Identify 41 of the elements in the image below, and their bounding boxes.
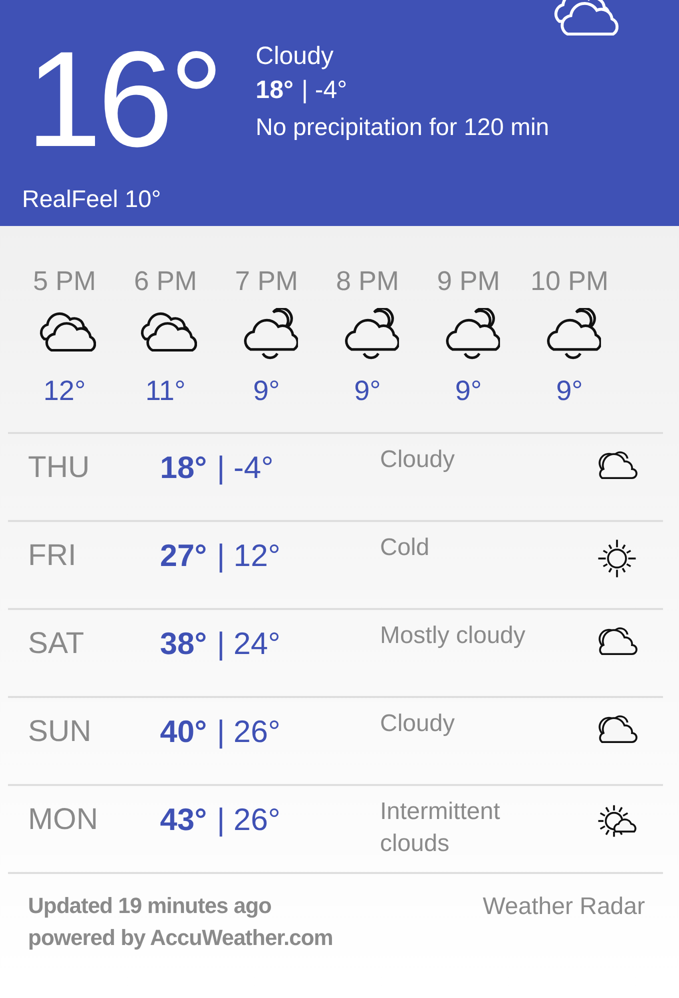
day-low: | 24°	[216, 626, 280, 663]
day-high: 38°	[160, 626, 207, 663]
day-condition: Cloudy	[380, 709, 456, 739]
day-condition: Mostly cloudy	[380, 621, 526, 651]
hour-temperature: 11°	[145, 374, 186, 408]
day-low: | 12°	[216, 538, 280, 575]
hour-label: 6 PM	[134, 265, 198, 298]
day-low: | 26°	[216, 714, 280, 751]
realfeel-text: RealFeel 10°	[22, 185, 162, 215]
day-label: SUN	[27, 714, 92, 750]
hour-temperature: 9°	[253, 374, 280, 408]
current-temperature: 16°	[26, 24, 220, 174]
hour-label: 7 PM	[234, 265, 298, 298]
day-high: 18°	[160, 450, 207, 487]
updated-text: Updated 19 minutes ago	[28, 892, 272, 920]
day-label: THU	[27, 450, 91, 486]
low-temperature: | -4°	[301, 75, 348, 106]
hour-label: 5 PM	[32, 265, 96, 298]
high-temperature: 18°	[256, 75, 294, 106]
day-high: 27°	[160, 538, 207, 575]
hour-temperature: 9°	[455, 374, 482, 408]
hour-label: 9 PM	[436, 265, 500, 298]
hour-temperature: 12°	[43, 374, 86, 408]
day-label: SAT	[27, 626, 86, 662]
day-label: FRI	[27, 538, 78, 574]
day-high: 43°	[160, 802, 207, 839]
hour-label: 8 PM	[336, 265, 400, 298]
day-condition: Cold	[380, 533, 430, 563]
day-high: 40°	[160, 714, 207, 751]
day-label: MON	[27, 802, 99, 838]
day-condition: Cloudy	[380, 445, 456, 475]
precipitation-text: No precipitation for 120 min	[256, 113, 550, 143]
day-low: | 26°	[216, 802, 280, 839]
hour-temperature: 9°	[354, 374, 381, 408]
day-condition: Intermittent clouds	[380, 797, 502, 859]
current-condition: Cloudy	[256, 41, 334, 72]
day-low: | -4°	[216, 450, 274, 487]
hour-label: 10 PM	[530, 265, 609, 298]
hour-temperature: 9°	[556, 374, 583, 408]
weather-radar-link[interactable]: Weather Radar	[482, 890, 645, 954]
powered-by-text: powered by AccuWeather.com	[28, 924, 333, 952]
